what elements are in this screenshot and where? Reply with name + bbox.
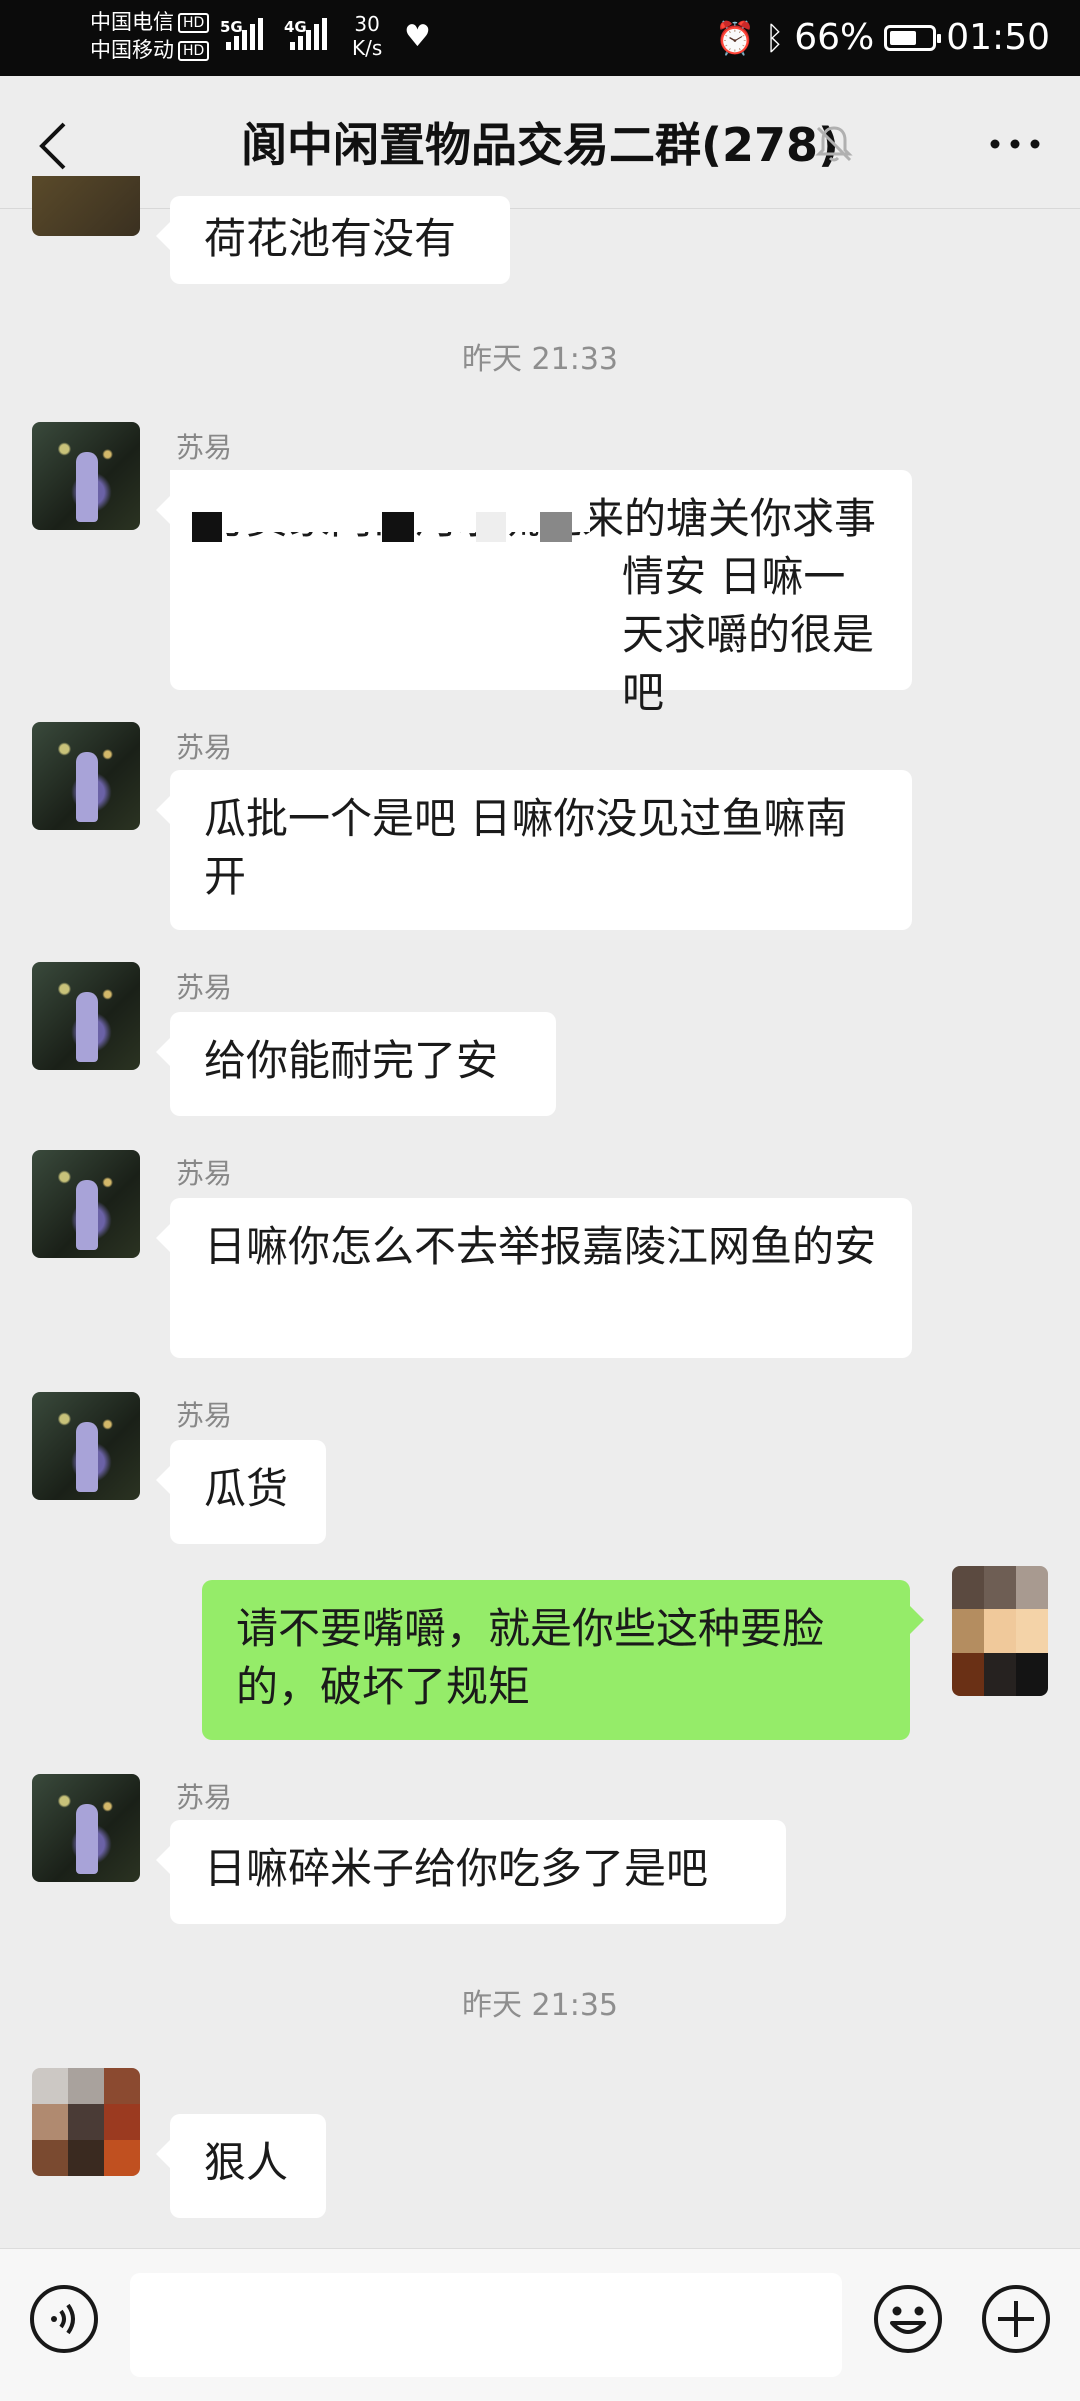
- hd-badge-1: HD: [178, 13, 210, 33]
- redaction-block: [540, 512, 572, 542]
- avatar[interactable]: [32, 1150, 140, 1258]
- battery-icon: [884, 25, 942, 51]
- avatar[interactable]: [32, 176, 140, 236]
- health-heart-icon: ♥: [404, 19, 431, 54]
- message-input[interactable]: [130, 2273, 842, 2377]
- message-text: 日嘛你怎么不去举报嘉陵江网鱼的安: [204, 1222, 877, 1271]
- message-bubble-outgoing[interactable]: 请不要嘴嚼，就是你些这种要脸的，破坏了规矩: [202, 1580, 924, 1740]
- emoji-icon[interactable]: [872, 2283, 944, 2355]
- message-bubble[interactable]: 给你能耐完了安: [156, 1012, 556, 1116]
- signal-icon: [226, 18, 263, 50]
- status-bar: 中国电信 HD 中国移动 HD 5G 4G 30 K/s ♥ ⏰ ᛒ 66% 01:…: [0, 0, 1080, 76]
- message-bubble[interactable]: 日嘛碎米子给你吃多了是吧: [156, 1820, 786, 1924]
- redaction-block: [192, 512, 222, 542]
- plus-icon[interactable]: [980, 2283, 1052, 2355]
- sender-name: 苏易: [176, 1157, 233, 1190]
- bluetooth-icon: ᛒ: [765, 19, 785, 57]
- battery-fill: [890, 31, 917, 45]
- chat-title: 阆中闲置物品交易二群(278): [240, 118, 840, 172]
- timestamp: 昨天 21:35: [462, 1988, 618, 2023]
- status-right: ⏰ ᛒ 66% 01:50: [715, 14, 1050, 62]
- redaction-block: [382, 512, 414, 542]
- sender-name: 苏易: [176, 431, 233, 464]
- carrier-info: 中国电信 HD 中国移动 HD: [90, 8, 210, 64]
- message-text: 请不要嘴嚼，就是你些这种要脸的，破坏了规矩: [236, 1604, 825, 1711]
- sender-name: 苏易: [176, 1781, 233, 1814]
- avatar[interactable]: [32, 722, 140, 830]
- message-bubble[interactable]: 狠人: [156, 2114, 326, 2218]
- carrier-2: 中国移动: [90, 38, 174, 62]
- more-dots-icon[interactable]: [988, 130, 1042, 158]
- chat-header: 阆中闲置物品交易二群(278): [0, 76, 1080, 209]
- timestamp: 昨天 21:33: [462, 342, 618, 377]
- message-text: 荷花池有没有: [204, 214, 457, 263]
- input-bar: [0, 2248, 1080, 2401]
- alarm-icon: ⏰: [715, 19, 756, 57]
- sender-name: 苏易: [176, 1399, 233, 1432]
- voice-icon[interactable]: [28, 2283, 100, 2355]
- sender-name: 苏易: [176, 971, 233, 1004]
- network-speed: 30 K/s: [352, 12, 382, 60]
- speed-unit: K/s: [352, 36, 383, 60]
- message-bubble[interactable]: 日嘛你怎么不去举报嘉陵江网鱼的安: [156, 1198, 912, 1358]
- hd-badge-2: HD: [178, 41, 210, 61]
- message-text: 瓜货: [204, 1464, 289, 1513]
- battery-percent: 66%: [794, 17, 875, 58]
- message-text: 日嘛碎米子给你吃多了是吧: [204, 1844, 709, 1893]
- bell-muted-icon: [815, 126, 853, 162]
- redaction-overlay: [170, 470, 590, 532]
- speed-value: 30: [354, 12, 380, 36]
- signal-icon-2: [290, 18, 327, 50]
- message-text: 瓜批一个是吧 日嘛你没见过鱼嘛南开: [204, 794, 848, 901]
- clock: 01:50: [946, 17, 1050, 58]
- avatar[interactable]: [32, 1392, 140, 1500]
- redaction-block: [476, 512, 506, 542]
- avatar[interactable]: [32, 962, 140, 1070]
- message-text: 狠人: [204, 2138, 289, 2187]
- avatar[interactable]: [32, 422, 140, 530]
- avatar[interactable]: [32, 2068, 140, 2176]
- message-text: 给你能耐完了安: [204, 1036, 499, 1085]
- avatar[interactable]: [32, 1774, 140, 1882]
- sender-name: 苏易: [176, 731, 233, 764]
- message-bubble[interactable]: 瓜批一个是吧 日嘛你没见过鱼嘛南开: [156, 770, 912, 930]
- message-bubble[interactable]: 瓜货: [156, 1440, 326, 1544]
- message-bubble[interactable]: 荷花池有没有: [156, 196, 510, 284]
- message-bubble[interactable]: 劳资家门口河水流进来的塘关你求事情安 日嘛一天求嚼的很是吧: [156, 470, 912, 717]
- avatar-self[interactable]: [952, 1566, 1048, 1696]
- carrier-1: 中国电信: [90, 10, 174, 34]
